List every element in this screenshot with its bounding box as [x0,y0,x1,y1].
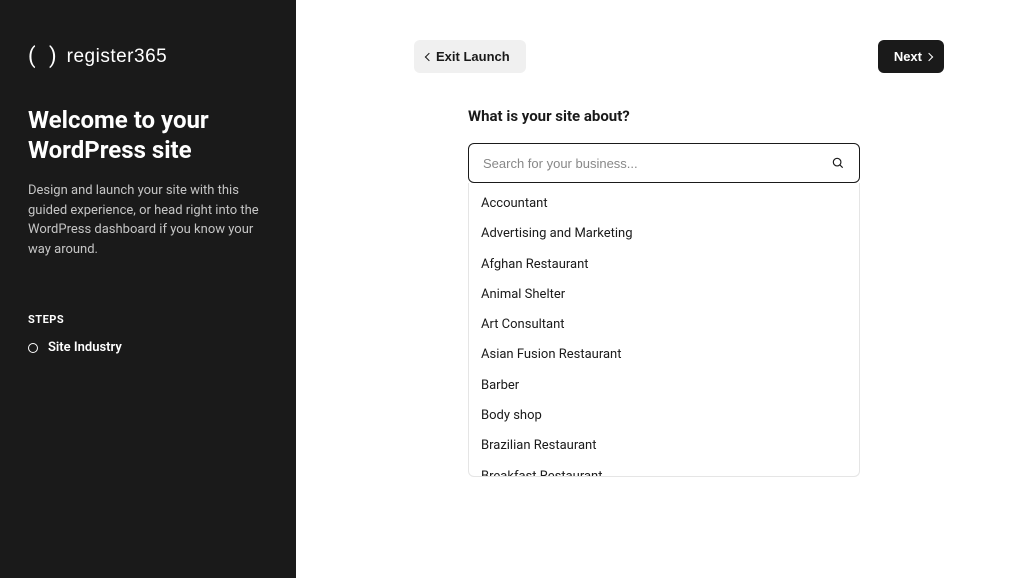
dropdown-option[interactable]: Asian Fusion Restaurant [469,340,859,370]
prompt-heading: What is your site about? [468,107,860,125]
sidebar: ( ) register365 Welcome to your WordPres… [0,0,296,578]
top-bar: Exit Launch Next [414,40,944,73]
logo-mark-icon: ( ) [28,44,61,69]
industry-dropdown[interactable]: Accountant Advertising and Marketing Afg… [468,183,860,477]
chevron-right-icon [925,52,933,60]
step-item-site-industry[interactable]: Site Industry [28,340,268,355]
step-label: Site Industry [48,340,122,355]
brand-logo: ( ) register365 [28,44,268,69]
next-label: Next [894,49,922,64]
main-panel: Exit Launch Next What is your site about… [296,0,1024,578]
steps-heading: STEPS [28,313,268,326]
dropdown-option[interactable]: Accountant [469,183,859,219]
dropdown-option[interactable]: Breakfast Restaurant [469,462,859,477]
exit-label: Exit Launch [436,49,510,64]
dropdown-option[interactable]: Animal Shelter [469,280,859,310]
welcome-description: Design and launch your site with this gu… [28,181,268,259]
dropdown-option[interactable]: Art Consultant [469,310,859,340]
exit-launch-button[interactable]: Exit Launch [414,40,526,73]
logo-text: register365 [67,46,168,68]
search-input[interactable] [483,156,831,171]
search-field-wrapper[interactable] [468,143,860,183]
dropdown-option[interactable]: Barber [469,371,859,401]
chevron-left-icon [425,52,433,60]
dropdown-option[interactable]: Afghan Restaurant [469,250,859,280]
welcome-title: Welcome to your WordPress site [28,105,268,165]
step-radio-icon [28,343,38,353]
dropdown-option[interactable]: Body shop [469,401,859,431]
content-area: What is your site about? Accountant Adve… [468,107,860,477]
search-icon [831,156,845,170]
dropdown-option[interactable]: Advertising and Marketing [469,219,859,249]
next-button[interactable]: Next [878,40,944,73]
dropdown-option[interactable]: Brazilian Restaurant [469,431,859,461]
